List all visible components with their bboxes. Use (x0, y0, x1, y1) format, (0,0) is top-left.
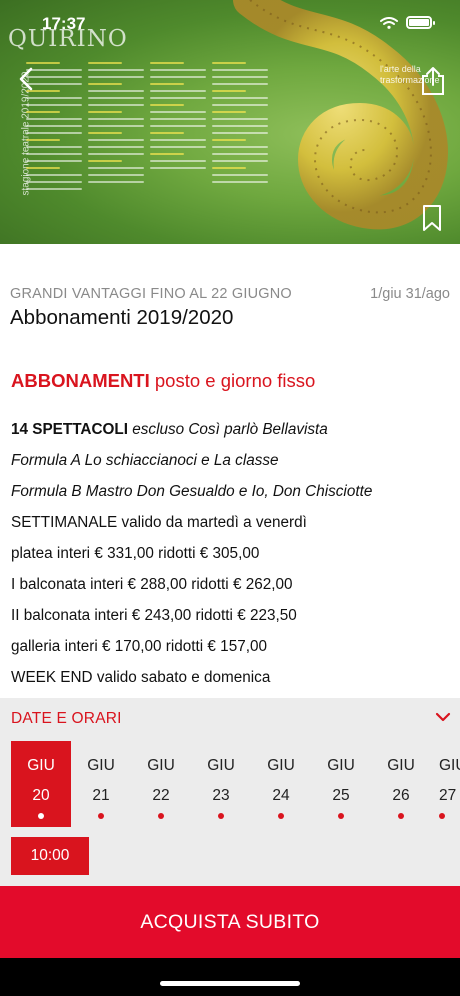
status-icons (380, 16, 435, 29)
day-item-partial[interactable]: GIU 27 (431, 741, 460, 827)
availability-dot (158, 813, 164, 819)
price-platea: platea interi € 331,00 ridotti € 305,00 (11, 545, 260, 562)
section-title-bold: ABBONAMENTI (11, 370, 150, 391)
availability-dot (38, 813, 44, 819)
day-number: 22 (152, 787, 170, 804)
day-item[interactable]: GIU 24 (251, 741, 311, 827)
availability-dot (439, 813, 445, 819)
day-number: 24 (272, 787, 290, 804)
day-month: GIU (27, 757, 55, 774)
day-month: GIU (267, 757, 295, 774)
description: 14 SPETTACOLI escluso Così parlò Bellavi… (11, 420, 451, 699)
day-number: 27 (439, 787, 457, 804)
status-time: 17:37 (42, 14, 86, 33)
day-month: GIU (147, 757, 175, 774)
day-item-selected[interactable]: GIU 20 (11, 741, 71, 827)
availability-dot (398, 813, 404, 819)
day-item[interactable]: GIU 25 (311, 741, 371, 827)
date-range: 1/giu 31/ago (370, 286, 450, 302)
price-balconata-2: II balconata interi € 243,00 ridotti € 2… (11, 607, 297, 624)
day-number: 26 (392, 787, 410, 804)
availability-dot (278, 813, 284, 819)
day-item[interactable]: GIU 23 (191, 741, 251, 827)
shows-count: 14 SPETTACOLI (11, 421, 129, 438)
bookmark-icon[interactable] (422, 204, 442, 232)
day-month: GIU (87, 757, 115, 774)
wifi-icon (380, 16, 398, 29)
price-balconata-1: I balconata interi € 288,00 ridotti € 26… (11, 576, 293, 593)
day-number: 25 (332, 787, 350, 804)
weekend-validity: WEEK END valido sabato e domenica (11, 669, 271, 686)
availability-dot (218, 813, 224, 819)
back-arrow-icon[interactable] (14, 66, 40, 92)
dates-header[interactable]: DATE E ORARI (11, 710, 122, 728)
chevron-down-icon[interactable] (434, 710, 452, 724)
hero-image: QUIRINO stagione teatrale 2019/2020 l'ar… (0, 0, 460, 244)
day-item[interactable]: GIU 21 (71, 741, 131, 827)
price-galleria: galleria interi € 170,00 ridotti € 157,0… (11, 638, 267, 655)
day-number: 23 (212, 787, 230, 804)
day-month: GIU (439, 757, 460, 774)
section-title: ABBONAMENTI posto e giorno fisso (11, 370, 315, 392)
availability-dot (98, 813, 104, 819)
weekly-validity: SETTIMANALE valido da martedì a venerdì (11, 514, 307, 531)
day-item[interactable]: GIU 26 (371, 741, 431, 827)
home-indicator[interactable] (160, 981, 300, 986)
share-icon[interactable] (420, 66, 446, 96)
day-selector: GIU 20 GIU 21 GIU 22 GIU 23 GIU 24 GIU 2… (11, 741, 460, 827)
day-month: GIU (327, 757, 355, 774)
day-number: 21 (92, 787, 110, 804)
bottom-safe-area (0, 958, 460, 996)
formula-a: Formula A Lo schiaccianoci e La classe (11, 452, 279, 469)
time-slot-button[interactable]: 10:00 (11, 837, 89, 875)
program-text-texture (26, 62, 268, 212)
day-month: GIU (387, 757, 415, 774)
dates-panel: DATE E ORARI GIU 20 GIU 21 GIU 22 GIU 23… (0, 698, 460, 886)
formula-b: Formula B Mastro Don Gesualdo e Io, Don … (11, 483, 373, 500)
section-title-rest: posto e giorno fisso (149, 370, 316, 391)
buy-now-button[interactable]: ACQUISTA SUBITO (0, 886, 460, 958)
day-month: GIU (207, 757, 235, 774)
shows-exclusion: escluso Così parlò Bellavista (128, 421, 328, 438)
day-number: 20 (32, 787, 50, 804)
promo-text: GRANDI VANTAGGI FINO AL 22 GIUGNO (10, 286, 292, 302)
page-title: Abbonamenti 2019/2020 (10, 306, 234, 329)
day-item[interactable]: GIU 22 (131, 741, 191, 827)
availability-dot (338, 813, 344, 819)
description-line: 14 SPETTACOLI escluso Così parlò Bellavi… (11, 420, 451, 451)
battery-icon (406, 16, 435, 29)
